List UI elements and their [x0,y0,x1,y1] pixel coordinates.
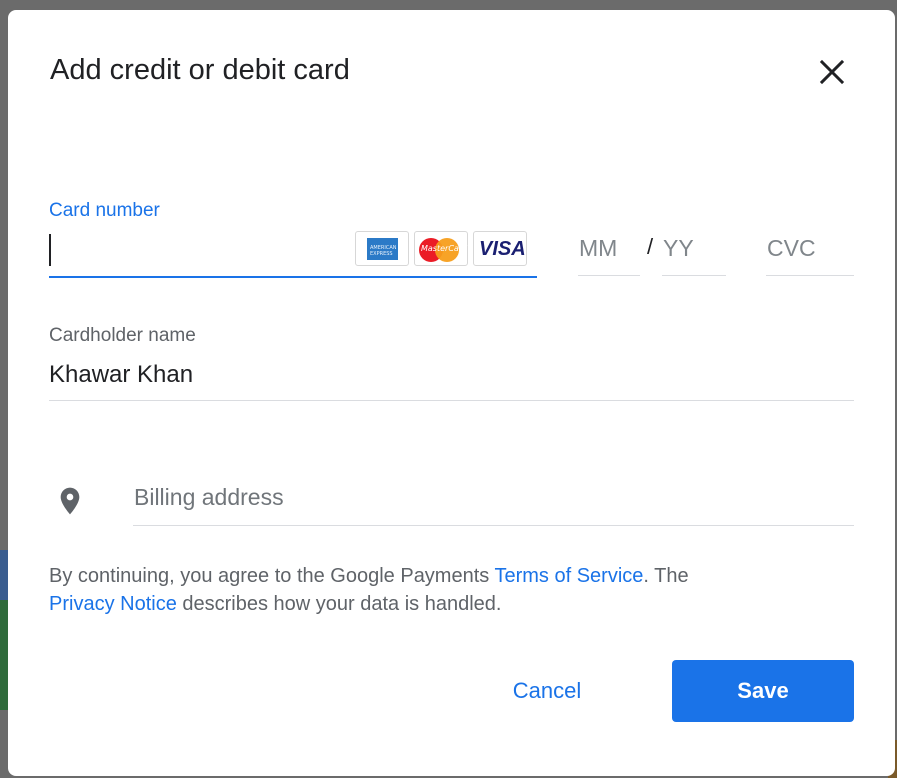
card-number-label: Card number [49,200,160,221]
mastercard-logo: MasterCard [414,231,468,266]
cvc-input[interactable]: CVC [766,228,854,276]
text-caret [49,234,51,266]
amex-logo: AMERICAN EXPRESS [355,231,409,266]
billing-address-input[interactable]: Billing address [133,478,854,526]
expiry-month-placeholder: MM [579,235,618,261]
backdrop-strip [0,600,8,710]
location-pin-icon [60,487,80,515]
cvc-placeholder: CVC [767,235,816,261]
expiry-month-underline [578,275,640,276]
billing-address-placeholder: Billing address [134,484,284,510]
cardholder-name-underline [49,400,854,401]
close-icon [819,59,845,85]
expiry-year-input[interactable]: YY [662,228,726,276]
expiry-year-underline [662,275,726,276]
privacy-notice-link[interactable]: Privacy Notice [49,593,177,615]
expiry-separator: / [647,234,654,259]
terms-of-service-link[interactable]: Terms of Service [494,565,643,587]
legal-notice: By continuing, you agree to the Google P… [49,565,689,615]
cardholder-name-input[interactable]: Khawar Khan [49,355,854,400]
expiry-year-placeholder: YY [663,235,694,261]
add-card-dialog: Add credit or debit card Card number AME… [8,10,895,776]
cvc-underline [766,275,854,276]
cancel-button[interactable]: Cancel [486,660,608,722]
visa-logo: VISA [473,231,527,266]
dialog-title: Add credit or debit card [50,54,350,86]
close-button[interactable] [814,54,850,90]
expiry-month-input[interactable]: MM [578,228,640,276]
billing-address-underline [133,525,854,526]
cardholder-name-label: Cardholder name [49,325,196,346]
save-button[interactable]: Save [672,660,854,722]
backdrop-strip [0,550,8,600]
cardholder-name-value: Khawar Khan [49,361,194,388]
